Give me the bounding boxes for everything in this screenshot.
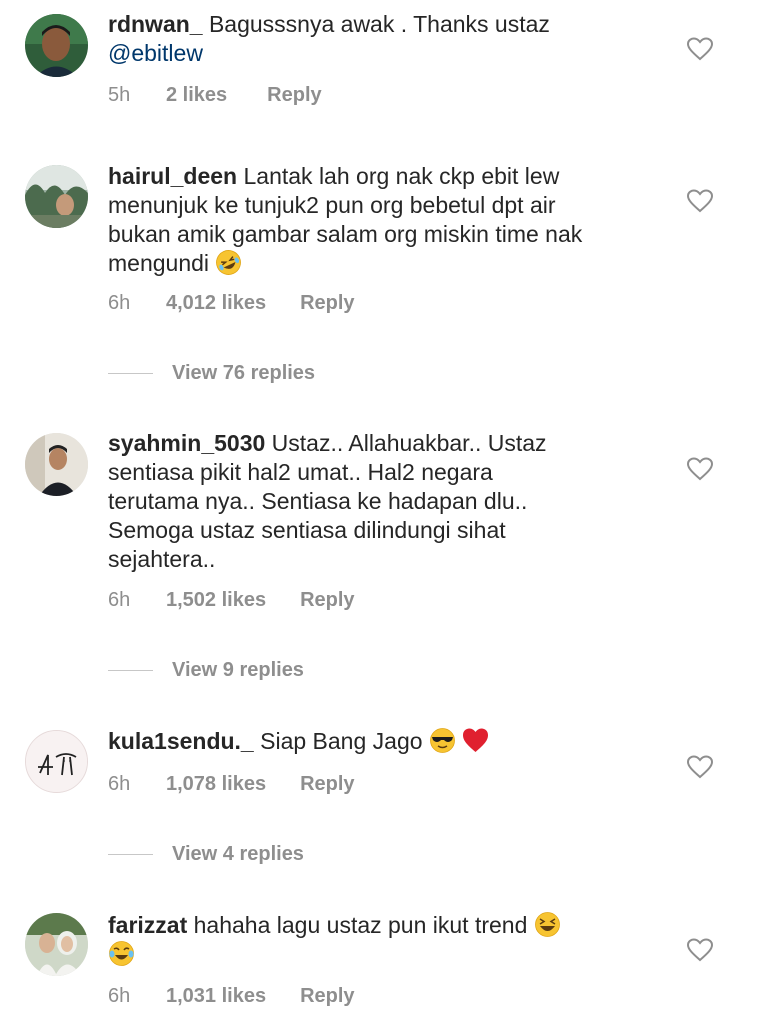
comment-meta: 5h 2 likes Reply — [108, 84, 322, 107]
comment-meta: 6h 1,502 likes Reply — [108, 589, 355, 612]
comment-body: Lantak lah org nak ckp ebit lew — [237, 163, 560, 189]
view-replies-label[interactable]: View 76 replies — [172, 362, 315, 384]
comment-username[interactable]: kula1sendu._ — [108, 728, 254, 754]
comment-body: terutama nya.. Sentiasa ke hadapan dlu.. — [108, 488, 528, 514]
comment-body: mengundi — [108, 250, 210, 276]
like-heart-icon[interactable] — [686, 37, 714, 61]
avatar-image-farizzat — [25, 913, 88, 976]
reply-button[interactable]: Reply — [300, 773, 354, 796]
like-heart-icon[interactable] — [686, 755, 714, 779]
comment-time: 6h — [108, 292, 131, 314]
avatar[interactable] — [25, 433, 88, 496]
likes-count[interactable]: 1,031 likes — [166, 985, 266, 1008]
avatar-image-kula — [26, 731, 87, 792]
comment-username[interactable]: syahmin_5030 — [108, 430, 265, 456]
comment-body: menunjuk ke tunjuk2 pun org bebetul dpt … — [108, 192, 556, 218]
comment-username[interactable]: hairul_deen — [108, 163, 237, 189]
replies-divider — [108, 373, 153, 375]
comment-text: hairul_deen Lantak lah org nak ckp ebit … — [108, 162, 663, 278]
comment-body: Siap Bang Jago — [253, 728, 423, 754]
comment-body: Bagusssnya awak . Thanks ustaz — [202, 11, 550, 37]
comment-body: Semoga ustaz sentiasa dilindungi sihat — [108, 517, 506, 543]
reply-button[interactable]: Reply — [300, 589, 354, 612]
rofl-emoji — [216, 250, 242, 275]
comment-username[interactable]: rdnwan_ — [108, 11, 203, 37]
likes-count[interactable]: 2 likes — [166, 84, 227, 107]
comment-time: 6h — [108, 773, 131, 795]
comment-text: rdnwan_ Bagusssnya awak . Thanks ustaz @… — [108, 10, 663, 68]
comment-time: 6h — [108, 985, 131, 1007]
sunglasses-emoji — [430, 728, 455, 753]
comment-text: syahmin_5030 Ustaz.. Allahuakbar.. Ustaz… — [108, 429, 663, 574]
reply-button[interactable]: Reply — [300, 292, 354, 315]
comment-username[interactable]: farizzat — [108, 912, 187, 938]
view-replies-label[interactable]: View 9 replies — [172, 659, 304, 681]
comment-meta: 6h 1,031 likes Reply — [108, 985, 355, 1008]
reply-button[interactable]: Reply — [267, 84, 321, 107]
comment-meta: 6h 4,012 likes Reply — [108, 292, 355, 315]
red-heart-emoji — [463, 728, 489, 752]
replies-divider — [108, 854, 153, 856]
view-replies-label[interactable]: View 4 replies — [172, 843, 304, 865]
like-heart-icon[interactable] — [686, 457, 714, 481]
likes-count[interactable]: 1,078 likes — [166, 773, 266, 796]
likes-count[interactable]: 4,012 likes — [166, 292, 266, 315]
comment-meta: 6h 1,078 likes Reply — [108, 773, 355, 796]
laughing-emoji — [534, 912, 560, 937]
avatar-image-syahmin — [25, 433, 88, 496]
comment-time: 5h — [108, 84, 131, 106]
avatar[interactable] — [25, 913, 88, 976]
avatar-image-hairul — [25, 165, 88, 228]
avatar-image-rdnwan — [25, 14, 88, 77]
comment-body: sentiasa pikit hal2 umat.. Hal2 negara — [108, 459, 493, 485]
tears-of-joy-emoji — [109, 941, 134, 966]
view-replies-button[interactable]: View 4 replies — [108, 843, 304, 866]
comment-text: kula1sendu._ Siap Bang Jago — [108, 727, 663, 756]
comment-time: 6h — [108, 589, 131, 611]
like-heart-icon[interactable] — [686, 189, 714, 213]
reply-button[interactable]: Reply — [300, 985, 354, 1008]
comment-body: hahaha lagu ustaz pun ikut trend — [187, 912, 528, 938]
comment-body: Ustaz.. Allahuakbar.. Ustaz — [265, 430, 547, 456]
view-replies-button[interactable]: View 76 replies — [108, 362, 315, 385]
avatar[interactable] — [25, 730, 88, 793]
comment-body: bukan amik gambar salam org miskin time … — [108, 221, 583, 247]
avatar[interactable] — [25, 165, 88, 228]
replies-divider — [108, 670, 153, 672]
likes-count[interactable]: 1,502 likes — [166, 589, 266, 612]
comment-text: farizzat hahaha lagu ustaz pun ikut tren… — [108, 911, 663, 969]
avatar[interactable] — [25, 14, 88, 77]
mention-link[interactable]: @ebitlew — [108, 40, 203, 66]
view-replies-button[interactable]: View 9 replies — [108, 659, 304, 682]
comment-body: sejahtera.. — [108, 546, 216, 572]
like-heart-icon[interactable] — [686, 938, 714, 962]
